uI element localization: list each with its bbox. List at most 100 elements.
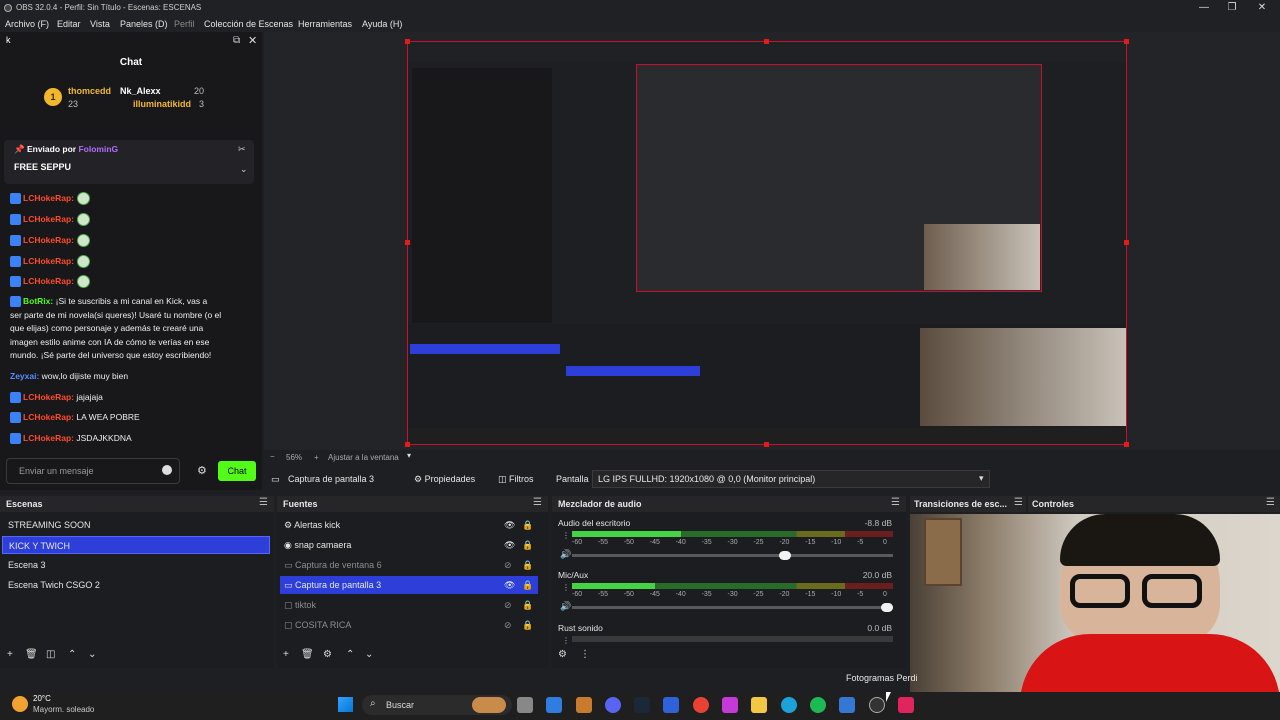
eye-icon[interactable]: 👁 — [504, 576, 515, 594]
chevron-down-icon[interactable]: ▾ — [979, 473, 984, 484]
close-dock-icon[interactable]: ✕ — [248, 34, 257, 47]
eye-hidden-icon[interactable]: ⊘ — [504, 596, 512, 614]
spotify-icon[interactable] — [810, 697, 826, 713]
dock-menu-icon[interactable]: ☰ — [1014, 497, 1023, 508]
lock-icon[interactable]: 🔒 — [522, 596, 533, 614]
menu-herramientas[interactable]: Herramientas — [298, 19, 352, 29]
dock-menu-icon[interactable]: ☰ — [1266, 497, 1275, 508]
source-item[interactable]: ▭ Captura de ventana 6 ⊘ 🔒 — [280, 556, 538, 574]
add-source-icon[interactable]: + — [283, 649, 289, 660]
scene-item[interactable]: STREAMING SOON — [2, 516, 270, 534]
menu-editar[interactable]: Editar — [57, 19, 81, 29]
menu-perfil[interactable]: Perfil — [174, 19, 195, 29]
lock-icon[interactable]: 🔒 — [522, 616, 533, 634]
move-down-icon[interactable]: ⌄ — [88, 649, 96, 660]
eye-icon[interactable]: 👁 — [504, 516, 515, 534]
lock-icon[interactable]: 🔒 — [522, 556, 533, 574]
dock-menu-icon[interactable]: ☰ — [533, 497, 542, 508]
mixer-settings-icon[interactable]: ⚙ — [558, 649, 567, 660]
transform-handle[interactable] — [405, 442, 410, 447]
pinned-message[interactable]: 📌 Enviado por FolominG FREE SEPPU ✂ ⌄ — [4, 140, 254, 184]
edge-icon[interactable] — [781, 697, 797, 713]
menu-ayuda[interactable]: Ayuda (H) — [362, 19, 402, 29]
app-icon[interactable] — [663, 697, 679, 713]
move-up-icon[interactable]: ⌃ — [346, 649, 354, 660]
eye-icon[interactable]: 👁 — [504, 536, 515, 554]
volume-slider[interactable] — [572, 551, 893, 560]
menu-vista[interactable]: Vista — [90, 19, 110, 29]
close-icon[interactable]: ✕ — [1248, 1, 1276, 15]
eye-hidden-icon[interactable]: ⊘ — [504, 616, 512, 634]
file-explorer-icon[interactable] — [751, 697, 767, 713]
lock-icon[interactable]: 🔒 — [522, 516, 533, 534]
weather-desc[interactable]: Mayorm. soleado — [33, 705, 94, 714]
filters-button[interactable]: ◫ Filtros — [498, 471, 534, 487]
scene-filters-icon[interactable]: ◫ — [46, 649, 55, 660]
lock-icon[interactable]: 🔒 — [522, 536, 533, 554]
weather-sun-icon[interactable] — [12, 696, 28, 712]
eye-hidden-icon[interactable]: ⊘ — [504, 556, 512, 574]
fit-window-label[interactable]: Ajustar a la ventana — [328, 453, 399, 462]
maximize-icon[interactable]: ❐ — [1218, 1, 1246, 15]
app-icon[interactable] — [839, 697, 855, 713]
app-icon[interactable] — [722, 697, 738, 713]
speaker-icon[interactable]: 🔊 — [560, 601, 571, 612]
unpin-icon[interactable]: ✂ — [238, 144, 246, 155]
volume-knob[interactable] — [779, 551, 792, 560]
channel-menu-icon[interactable]: ⋮ — [562, 531, 570, 540]
source-item[interactable]: ⚙ Alertas kick 👁 🔒 — [280, 516, 538, 534]
chat-search-text[interactable]: k — [6, 35, 11, 45]
task-view-icon[interactable] — [517, 697, 533, 713]
vscode-icon[interactable] — [546, 697, 562, 713]
chat-message-input[interactable]: Enviar un mensaje — [6, 458, 180, 484]
chevron-down-icon[interactable]: ⌄ — [240, 164, 248, 175]
source-settings-icon[interactable]: ⚙ — [323, 649, 332, 660]
mixer-menu-icon[interactable]: ⋮ — [580, 649, 590, 660]
speaker-icon[interactable]: 🔊 — [560, 549, 571, 560]
source-item[interactable]: ▭ Captura de pantalla 3 👁 🔒 — [280, 576, 538, 594]
scene-item[interactable]: Escena Twich CSGO 2 — [2, 576, 270, 594]
discord-icon[interactable] — [605, 697, 621, 713]
remove-source-icon[interactable]: 🗑 — [301, 649, 314, 660]
lock-icon[interactable]: 🔒 — [522, 576, 533, 594]
chat-send-button[interactable]: Chat — [218, 461, 256, 481]
monitor-select[interactable]: LG IPS FULLHD: 1920x1080 @ 0,0 (Monitor … — [592, 470, 990, 488]
dock-menu-icon[interactable]: ☰ — [259, 497, 268, 508]
transform-handle[interactable] — [405, 240, 410, 245]
obs-taskbar-icon[interactable] — [869, 697, 885, 713]
windows-start-icon[interactable] — [338, 697, 353, 712]
scene-item[interactable]: Escena 3 — [2, 556, 270, 574]
transform-handle[interactable] — [1124, 442, 1129, 447]
screen-capture-preview[interactable] — [407, 41, 1127, 445]
dock-menu-icon[interactable]: ☰ — [891, 497, 900, 508]
transform-handle[interactable] — [1124, 39, 1129, 44]
float-dock-icon[interactable]: ⧉ — [233, 35, 240, 46]
chrome-icon[interactable] — [693, 697, 709, 713]
transform-handle[interactable] — [405, 39, 410, 44]
menu-coleccion[interactable]: Colección de Escenas — [204, 19, 293, 29]
transform-handle[interactable] — [764, 442, 769, 447]
fit-dropdown-icon[interactable]: ▾ — [407, 451, 411, 460]
transform-handle[interactable] — [764, 39, 769, 44]
taskbar-search-box[interactable]: ⌕ Buscar — [362, 695, 512, 715]
move-up-icon[interactable]: ⌃ — [68, 649, 76, 660]
app-icon[interactable] — [576, 697, 592, 713]
transform-handle[interactable] — [1124, 240, 1129, 245]
zoom-level[interactable]: 56% — [286, 453, 302, 462]
volume-knob[interactable] — [881, 603, 893, 612]
tiktok-icon[interactable] — [898, 697, 914, 713]
steam-icon[interactable] — [634, 697, 650, 713]
menu-archivo[interactable]: Archivo (F) — [5, 19, 49, 29]
source-item[interactable]: ▢ tiktok ⊘ 🔒 — [280, 596, 538, 614]
channel-menu-icon[interactable]: ⋮ — [562, 636, 570, 645]
minimize-icon[interactable]: — — [1190, 1, 1218, 15]
volume-slider[interactable] — [572, 603, 893, 612]
scene-item[interactable]: KICK Y TWICH — [2, 536, 270, 554]
zoom-plus-icon[interactable]: + — [314, 453, 319, 462]
source-item[interactable]: ◉ snap camaera 👁 🔒 — [280, 536, 538, 554]
properties-button[interactable]: ⚙ Propiedades — [414, 471, 475, 487]
add-scene-icon[interactable]: + — [7, 649, 13, 660]
weather-temp[interactable]: 20°C — [33, 694, 51, 703]
menu-paneles[interactable]: Paneles (D) — [120, 19, 168, 29]
source-item[interactable]: ▢ COSITA RICA ⊘ 🔒 — [280, 616, 538, 634]
